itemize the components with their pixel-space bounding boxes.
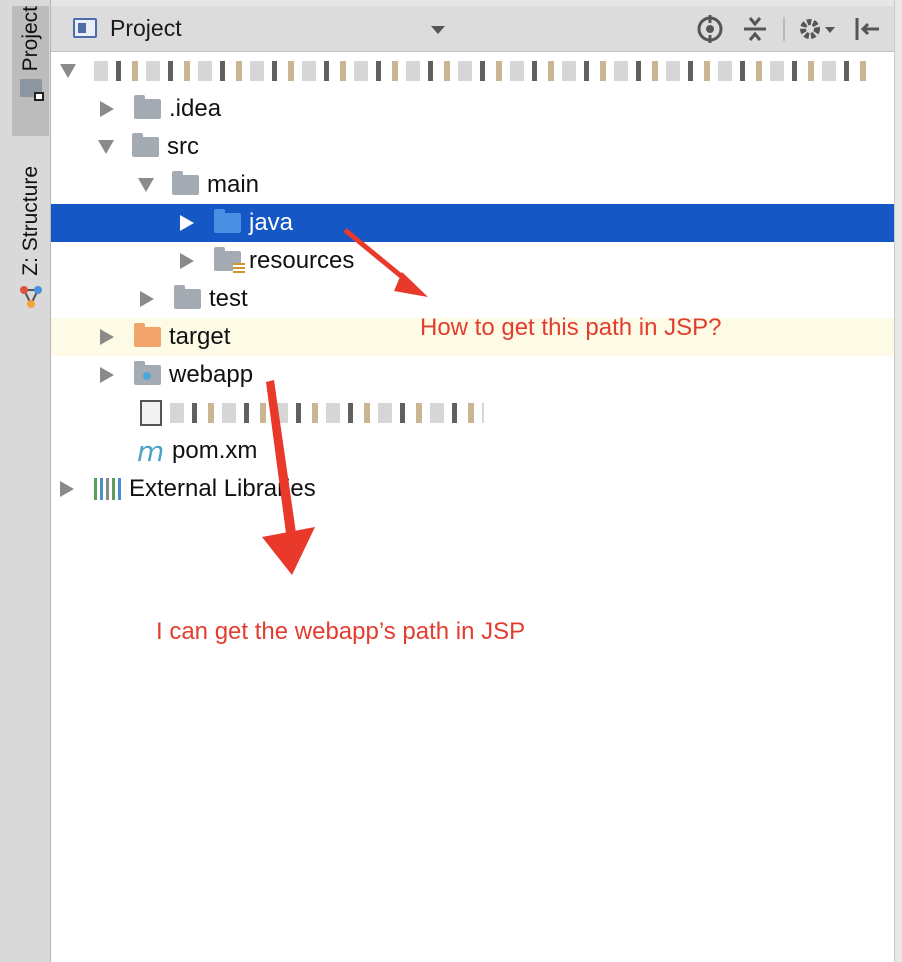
arrow-to-webapp-head: [262, 527, 315, 575]
annotation-webapp-note: I can get the webapp’s path in JSP: [156, 618, 526, 645]
annotation-arrows: [262, 228, 428, 575]
annotation-java-note: How to get this path in JSP?: [420, 314, 722, 341]
arrow-to-webapp: [266, 380, 297, 541]
